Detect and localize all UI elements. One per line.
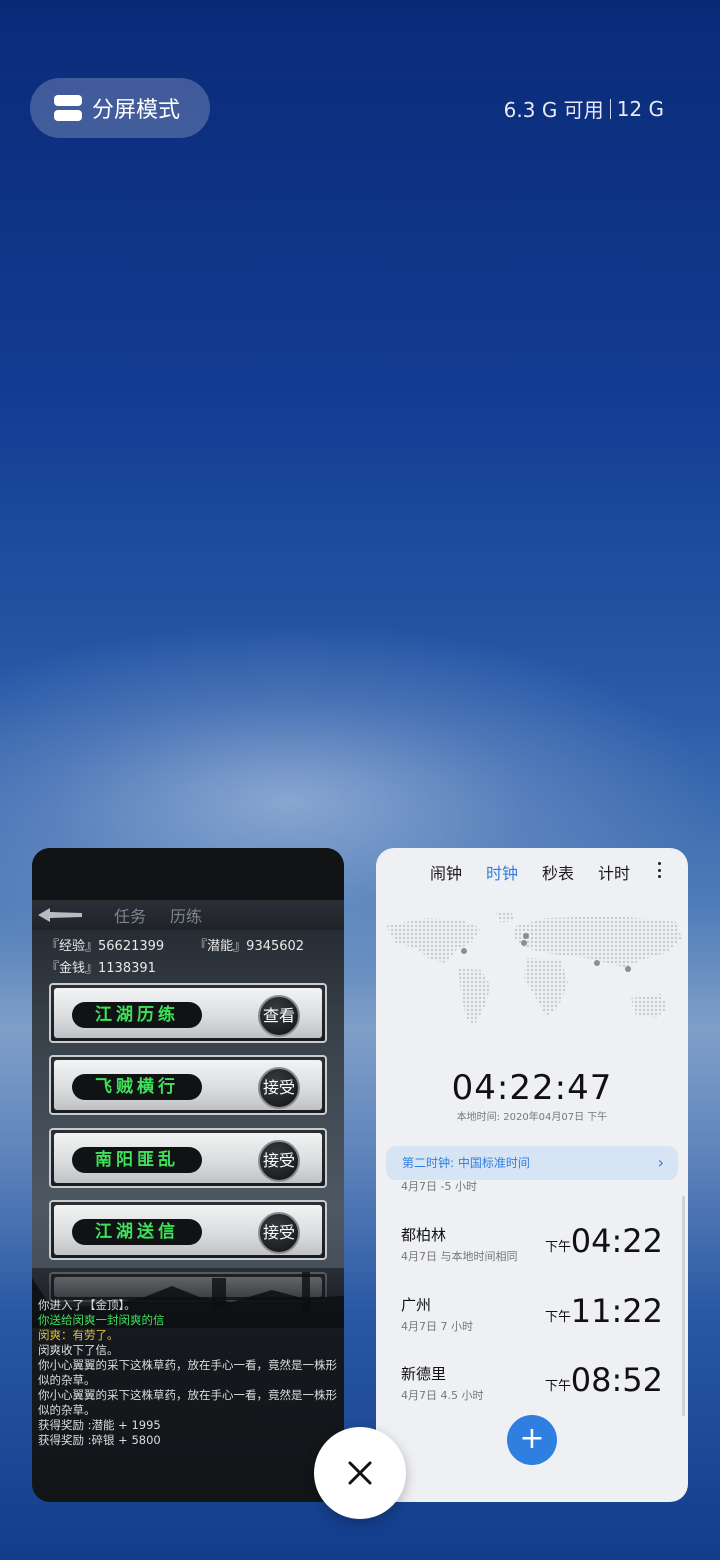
- city-name: 广州: [401, 1296, 432, 1314]
- log-line: 闵爽收下了信。: [38, 1343, 119, 1357]
- world-map: [386, 911, 682, 1026]
- task-row[interactable]: 南阳匪乱 接受: [49, 1128, 327, 1188]
- recent-app-card-game[interactable]: 任务 历练 『经验』56621399 『潜能』9345602 『金钱』11383…: [32, 848, 344, 1502]
- city-ampm: 下午: [545, 1310, 572, 1325]
- log-line: 闵爽：有劳了。: [38, 1328, 119, 1342]
- city-offset: 4月7日 4.5 小时: [401, 1389, 484, 1402]
- task-action-button[interactable]: 查看: [258, 995, 300, 1037]
- log-line: 你小心翼翼的采下这株草药，放在手心一看，竟然是一株形似的杂草。: [38, 1358, 337, 1387]
- city-ampm: 下午: [545, 1240, 572, 1255]
- game-stats: 『经验』56621399 『潜能』9345602 『金钱』1138391: [32, 930, 344, 980]
- plus-icon: +: [519, 1421, 545, 1456]
- stat-potential: 『潜能』9345602: [194, 939, 305, 954]
- chevron-right-icon: ›: [657, 1153, 664, 1172]
- task-action-button[interactable]: 接受: [258, 1067, 300, 1109]
- city-row[interactable]: 广州 4月7日 7 小时 下午 11:22: [401, 1292, 663, 1344]
- split-screen-label: 分屏模式: [92, 98, 181, 123]
- more-vert-icon[interactable]: [658, 862, 662, 878]
- task-row[interactable]: 飞贼横行 接受: [49, 1055, 327, 1115]
- task-name: 飞贼横行: [72, 1074, 202, 1100]
- city-row[interactable]: 新德里 4月7日 4.5 小时 下午 08:52: [401, 1361, 663, 1413]
- memory-total: 12 G: [616, 96, 664, 121]
- clear-all-button[interactable]: [314, 1427, 406, 1519]
- game-tab-task[interactable]: 任务: [114, 903, 146, 927]
- task-row[interactable]: 江湖送信 接受: [49, 1200, 327, 1260]
- city-row[interactable]: 都柏林 4月7日 与本地时间相同 下午 04:22: [401, 1222, 663, 1274]
- log-line: 获得奖励 :潜能 + 1995: [38, 1418, 161, 1432]
- recent-app-card-clock[interactable]: 闹钟 时钟 秒表 计时 04:22:47 本地时间: 2020年04月07日 下…: [376, 848, 688, 1502]
- second-clock-label: 第二时钟: 中国标准时间: [402, 1156, 530, 1170]
- log-line: 你小心翼翼的采下这株草药，放在手心一看，竟然是一株形似的杂草。: [38, 1388, 337, 1417]
- task-name: 江湖送信: [72, 1219, 202, 1245]
- log-line: 你送给闵爽一封闵爽的信: [38, 1313, 165, 1327]
- city-row-partial-sub: 4月7日 -5 小时: [401, 1180, 477, 1193]
- city-time: 11:22: [570, 1292, 663, 1330]
- memory-available: 6.3 G 可用: [503, 98, 604, 122]
- log-line: 你进入了【金顶】。: [38, 1298, 136, 1312]
- scrollbar[interactable]: [682, 1196, 685, 1416]
- city-time: 08:52: [570, 1361, 663, 1399]
- city-offset: 4月7日 7 小时: [401, 1320, 473, 1333]
- stat-exp: 『经验』56621399: [46, 939, 165, 954]
- city-offset: 4月7日 与本地时间相同: [401, 1250, 518, 1263]
- task-row[interactable]: 江湖历练 查看: [49, 983, 327, 1043]
- split-screen-icon: [54, 95, 82, 121]
- log-line: 获得奖励 :碎银 + 5800: [38, 1433, 161, 1447]
- task-name: 南阳匪乱: [72, 1147, 202, 1173]
- tab-timer[interactable]: 计时: [598, 860, 630, 884]
- clock-tab-bar: 闹钟 时钟 秒表 计时: [376, 860, 688, 884]
- game-tab-bar: 任务 历练: [32, 900, 344, 930]
- close-icon: [348, 1461, 372, 1485]
- game-message-log: 你进入了【金顶】。 你送给闵爽一封闵爽的信 闵爽：有劳了。 闵爽收下了信。 你小…: [38, 1298, 338, 1448]
- current-time: 04:22:47: [451, 1068, 613, 1108]
- game-top-bar: [32, 848, 344, 900]
- city-name: 新德里: [401, 1365, 447, 1383]
- stat-money: 『金钱』1138391: [46, 961, 156, 976]
- task-name: 江湖历练: [72, 1002, 202, 1028]
- city-name: 都柏林: [401, 1226, 447, 1244]
- back-arrow-icon[interactable]: [38, 908, 82, 922]
- task-action-button[interactable]: 接受: [258, 1212, 300, 1254]
- local-date: 本地时间: 2020年04月07日 下午: [456, 1112, 608, 1123]
- tab-stopwatch[interactable]: 秒表: [542, 860, 574, 884]
- second-clock-row[interactable]: 第二时钟: 中国标准时间 ›: [386, 1146, 678, 1180]
- split-screen-button[interactable]: 分屏模式: [30, 78, 210, 138]
- tab-clock[interactable]: 时钟: [486, 860, 518, 884]
- tab-alarm[interactable]: 闹钟: [430, 860, 462, 884]
- add-city-button[interactable]: +: [507, 1415, 557, 1465]
- city-ampm: 下午: [545, 1379, 572, 1394]
- task-action-button[interactable]: 接受: [258, 1140, 300, 1182]
- game-tab-training[interactable]: 历练: [170, 903, 202, 927]
- city-time: 04:22: [570, 1222, 663, 1260]
- memory-divider: [609, 98, 611, 119]
- memory-indicator: 6.3 G 可用 12 G: [504, 94, 664, 123]
